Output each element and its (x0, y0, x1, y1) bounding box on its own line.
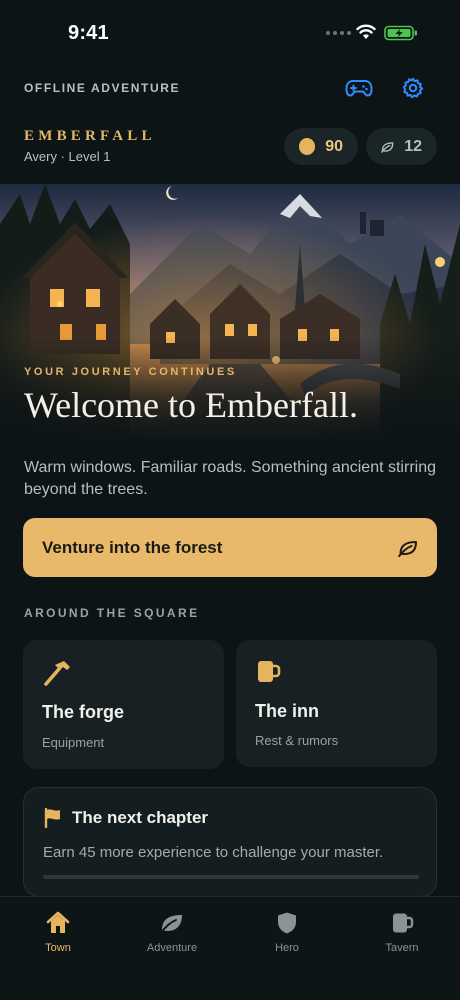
experience-progress-bar (43, 875, 419, 879)
chapter-title: The next chapter (72, 808, 209, 827)
tab-adventure[interactable]: Adventure (127, 911, 217, 954)
mug-icon (258, 661, 281, 682)
hero-eyebrow: YOUR JOURNEY CONTINUES (24, 366, 237, 378)
hero-tagline: Warm windows. Familiar roads. Something … (24, 459, 436, 498)
leaf-icon (398, 540, 417, 557)
gamepad-button[interactable] (343, 72, 375, 104)
hero-title: Welcome to Emberfall. (24, 385, 358, 425)
leaf-counter[interactable]: 12 (366, 128, 437, 165)
hammer-icon (44, 661, 70, 686)
mode-label: OFFLINE ADVENTURE (24, 81, 181, 95)
shield-icon (278, 912, 296, 934)
venture-forest-label: Venture into the forest (42, 537, 223, 557)
forge-subtitle: Equipment (42, 735, 105, 750)
house-icon (46, 911, 70, 933)
status-time: 9:41 (68, 22, 109, 44)
tab-tavern-label: Tavern (385, 942, 419, 954)
leaf-icon (381, 141, 394, 153)
tab-tavern[interactable]: Tavern (357, 911, 447, 954)
gear-icon (402, 77, 424, 99)
tab-adventure-label: Adventure (146, 942, 198, 954)
mug-icon (393, 913, 414, 933)
settings-button[interactable] (397, 72, 429, 104)
signal-dots-icon (326, 31, 351, 35)
gold-counter[interactable]: 90 (284, 128, 358, 165)
tab-town-label: Town (45, 942, 71, 954)
tab-hero[interactable]: Hero (242, 911, 332, 954)
coin-icon (299, 138, 316, 155)
gold-value: 90 (325, 137, 343, 155)
section-heading: AROUND THE SQUARE (24, 606, 200, 620)
battery-icon (384, 25, 417, 41)
leaf-value: 12 (404, 137, 422, 155)
tab-bar: Town Adventure Hero Tavern (0, 896, 460, 1000)
next-chapter-card[interactable]: The next chapter Earn 45 more experience… (23, 787, 437, 897)
inn-subtitle: Rest & rumors (255, 733, 339, 748)
forge-title: The forge (42, 702, 125, 722)
tab-hero-label: Hero (275, 942, 299, 954)
forge-card[interactable]: The forge Equipment (23, 640, 224, 769)
player-level: Avery · Level 1 (24, 149, 111, 164)
gamepad-icon (345, 80, 373, 97)
chapter-description: Earn 45 more experience to challenge you… (43, 844, 384, 861)
app-title: EMBERFALL (24, 128, 156, 144)
inn-card[interactable]: The inn Rest & rumors (236, 640, 437, 767)
flag-icon (44, 808, 60, 828)
tab-town[interactable]: Town (13, 911, 103, 954)
leaf-icon (160, 915, 182, 934)
inn-title: The inn (255, 701, 319, 721)
status-bar: 9:41 (0, 0, 460, 64)
venture-forest-button[interactable]: Venture into the forest (23, 518, 437, 577)
wifi-icon (356, 24, 376, 39)
